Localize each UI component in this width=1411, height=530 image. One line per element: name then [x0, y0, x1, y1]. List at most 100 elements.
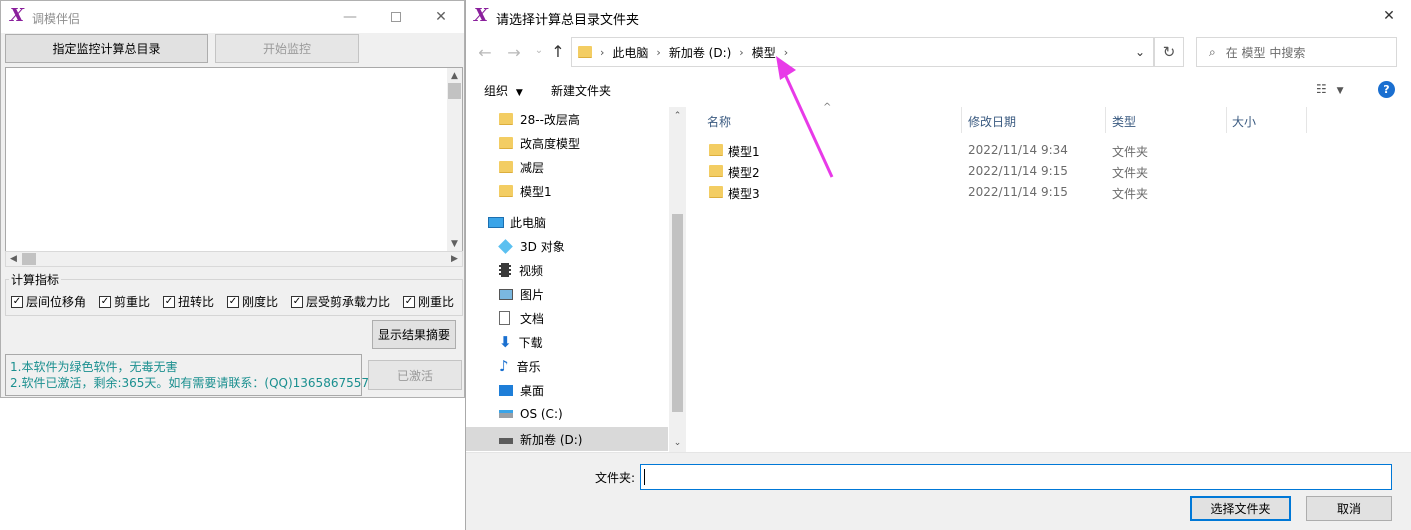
info-line-1: 1.本软件为绿色软件，无毒无害 [10, 360, 178, 374]
scroll-up-icon[interactable]: ⌃ [669, 109, 686, 123]
tree-pictures[interactable]: 图片 [499, 282, 544, 306]
search-placeholder: 在 模型 中搜索 [1225, 45, 1306, 60]
dialog-title: 请选择计算总目录文件夹 [496, 13, 640, 28]
dialog-close-button[interactable]: ✕ [1366, 0, 1411, 32]
maximize-button[interactable] [373, 1, 419, 33]
back-arrow-icon[interactable]: ← [474, 43, 496, 62]
tree-folder-label: 28--改层高 [520, 112, 580, 127]
chevron-right-icon[interactable]: › [737, 46, 745, 59]
chevron-right-icon[interactable]: › [654, 46, 662, 59]
tree-this-pc[interactable]: 此电脑 [488, 210, 546, 234]
log-vertical-scrollbar[interactable]: ▲ ▼ [447, 68, 462, 251]
address-dropdown-icon[interactable]: ⌄ [1135, 45, 1145, 59]
search-input[interactable]: ⌕ 在 模型 中搜索 [1196, 37, 1397, 67]
folder-icon [499, 113, 513, 125]
help-icon[interactable]: ? [1378, 81, 1395, 98]
column-name[interactable]: 名称 [707, 113, 731, 130]
scroll-up-icon[interactable]: ▲ [447, 68, 462, 83]
column-size[interactable]: 大小 [1232, 113, 1256, 130]
select-directory-button[interactable]: 指定监控计算总目录 [5, 34, 208, 63]
tree-folder[interactable]: 改高度模型 [499, 131, 580, 155]
address-bar[interactable]: › 此电脑 › 新加卷 (D:) › 模型 › ⌄ [571, 37, 1154, 67]
log-horizontal-scrollbar[interactable]: ◀ ▶ [5, 251, 463, 267]
scroll-left-icon[interactable]: ◀ [6, 252, 21, 266]
tree-drive-c[interactable]: OS (C:) [499, 402, 563, 426]
tree-folder[interactable]: 模型1 [499, 179, 552, 203]
new-folder-button[interactable]: 新建文件夹 [551, 82, 611, 99]
file-date: 2022/11/14 9:15 [968, 185, 1068, 199]
checkbox-torsion-ratio[interactable]: ✓ 扭转比 [163, 293, 214, 310]
close-button[interactable]: ✕ [418, 1, 464, 33]
tree-folder[interactable]: 减层 [499, 155, 544, 179]
checkbox-label: 层间位移角 [26, 295, 87, 309]
tree-item-label: 桌面 [520, 383, 545, 398]
info-box: 1.本软件为绿色软件，无毒无害 2.软件已激活，剩余:365天。如有需要请联系：… [5, 354, 369, 396]
tree-item-label: 3D 对象 [520, 239, 565, 254]
minimize-button[interactable]: — [327, 1, 373, 33]
checkbox-stiffness-ratio[interactable]: ✓ 刚度比 [227, 293, 278, 310]
scroll-right-icon[interactable]: ▶ [447, 252, 462, 266]
horizontal-scroll-thumb[interactable] [22, 253, 36, 265]
select-folder-button[interactable]: 选择文件夹 [1190, 496, 1291, 521]
tree-folder[interactable]: 28--改层高 [499, 107, 580, 131]
dialog-footer: 文件夹: 选择文件夹 取消 [466, 452, 1411, 530]
navigation-pane: 28--改层高 改高度模型 减层 模型1 此电脑 3D 对象 视频 图片 文档 … [466, 107, 686, 452]
file-type: 文件夹 [1112, 187, 1149, 201]
column-divider [1105, 107, 1106, 133]
checkbox-check-icon: ✓ [99, 295, 111, 308]
view-options-button[interactable]: ☷ ▼ [1316, 82, 1344, 96]
tree-scrollbar[interactable]: ⌃ ⌄ [669, 107, 686, 452]
cancel-button[interactable]: 取消 [1306, 496, 1392, 521]
column-date[interactable]: 修改日期 [968, 113, 1016, 130]
tree-videos[interactable]: 视频 [499, 258, 543, 282]
checkbox-shear-capacity-ratio[interactable]: ✓ 层受剪承载力比 [291, 293, 390, 310]
checkbox-shear-weight-ratio[interactable]: ✓ 剪重比 [99, 293, 150, 310]
tree-scroll-thumb[interactable] [672, 214, 683, 412]
tree-item-label: 文档 [520, 311, 545, 326]
start-monitor-button[interactable]: 开始监控 [215, 34, 359, 63]
checkbox-check-icon: ✓ [11, 295, 23, 308]
tree-music[interactable]: ♪ 音乐 [499, 354, 541, 378]
video-icon [499, 263, 511, 277]
organize-button[interactable]: 组织 ▼ [484, 82, 523, 99]
tree-desktop[interactable]: 桌面 [499, 378, 544, 402]
picture-icon [499, 288, 513, 300]
tree-folder-label: 减层 [520, 160, 545, 175]
annotation-arrow-shaft [782, 71, 834, 178]
folder-name-input[interactable] [640, 464, 1392, 490]
tree-downloads[interactable]: ⬇ 下载 [499, 330, 543, 354]
folder-icon [578, 46, 592, 58]
tree-3d-objects[interactable]: 3D 对象 [498, 234, 565, 258]
info-line-2: 2.软件已激活，剩余:365天。如有需要请联系：(QQ)1365867557 [10, 376, 369, 390]
refresh-button[interactable]: ↻ [1154, 37, 1184, 67]
column-divider [1226, 107, 1227, 133]
column-divider [1306, 107, 1307, 133]
tree-documents[interactable]: 文档 [499, 306, 544, 330]
show-summary-button[interactable]: 显示结果摘要 [372, 320, 456, 349]
up-arrow-icon[interactable]: ↑ [547, 42, 569, 61]
forward-arrow-icon[interactable]: → [503, 43, 525, 62]
chevron-right-icon[interactable]: › [598, 46, 606, 59]
file-name: 模型3 [728, 187, 760, 201]
breadcrumb-drive-d[interactable]: 新加卷 (D:) [663, 44, 737, 61]
breadcrumb-this-pc[interactable]: 此电脑 [606, 44, 654, 61]
file-type: 文件夹 [1112, 145, 1149, 159]
tree-item-label: 音乐 [516, 359, 541, 374]
tree-drive-d[interactable]: 新加卷 (D:) [499, 427, 582, 451]
app-titlebar: X 调模伴侣 — ✕ [1, 1, 464, 33]
tree-item-label: OS (C:) [520, 407, 563, 421]
close-icon: ✕ [435, 9, 447, 25]
scroll-thumb[interactable] [448, 83, 461, 99]
scroll-down-icon[interactable]: ⌄ [669, 436, 686, 450]
organize-label: 组织 [484, 84, 509, 98]
checkbox-stiffness-weight-ratio[interactable]: ✓ 刚重比 [403, 293, 454, 310]
column-type[interactable]: 类型 [1112, 113, 1136, 130]
file-row[interactable]: 模型3 2022/11/14 9:15 文件夹 [687, 182, 1411, 203]
checkbox-check-icon: ✓ [291, 295, 303, 308]
checkbox-drift-ratio[interactable]: ✓ 层间位移角 [11, 293, 86, 310]
column-divider [961, 107, 962, 133]
scroll-down-icon[interactable]: ▼ [447, 236, 462, 251]
activated-button[interactable]: 已激活 [368, 360, 462, 390]
log-textarea[interactable]: ▲ ▼ [5, 67, 463, 252]
dialog-logo-icon: X [474, 5, 488, 26]
